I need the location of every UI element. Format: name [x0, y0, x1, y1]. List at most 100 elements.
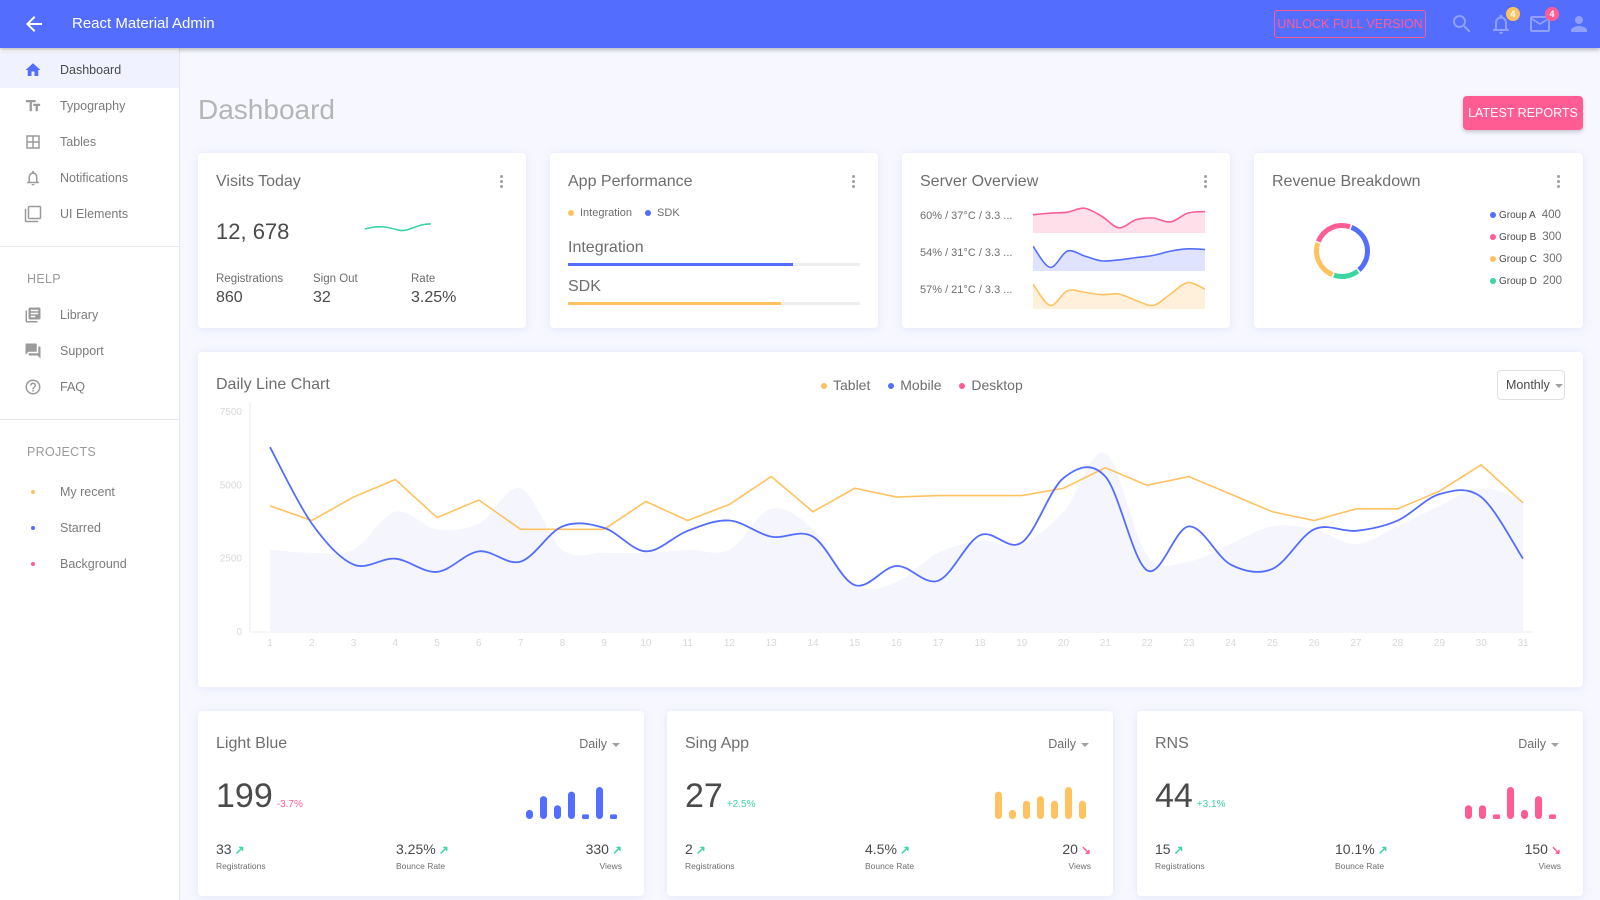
notifications-button[interactable]: 4	[1489, 7, 1520, 36]
more-vert-icon[interactable]	[1204, 175, 1208, 189]
card-title: Sing App	[685, 735, 750, 752]
donut-slice	[1333, 269, 1360, 279]
sidebar: Dashboard Typography Tables Notification…	[0, 48, 180, 900]
sidebar-item-ui-elements[interactable]: UI Elements	[0, 196, 179, 232]
mini-bar	[995, 791, 1002, 819]
project-main-value: 27	[685, 777, 723, 815]
stat-label: Registrations	[1155, 861, 1205, 871]
account-icon[interactable]	[1567, 12, 1591, 36]
sidebar-item-label: Typography	[60, 99, 126, 113]
more-vert-icon[interactable]	[500, 175, 504, 189]
project-stats-card: Light Blue Daily 199 -3.7% 33 ↗ Registrati…	[198, 711, 644, 896]
latest-reports-button[interactable]: LATEST REPORTS	[1463, 96, 1583, 130]
daily-line-chart-card: Daily Line Chart Tablet Mobile Desktop M…	[198, 352, 1583, 687]
donut-slice	[1315, 223, 1351, 243]
legend-label: SDK	[657, 207, 680, 219]
mini-bar	[582, 814, 589, 819]
sidebar-item-label: My recent	[60, 485, 115, 499]
period-select[interactable]: Daily	[1518, 737, 1559, 751]
sidebar-item-support[interactable]: Support	[0, 333, 179, 369]
donut-slice	[1350, 224, 1370, 272]
legend-label: Group A	[1499, 210, 1536, 221]
desktop-area	[270, 452, 1523, 632]
legend-value: 300	[1542, 253, 1562, 265]
sdk-progress-fill	[568, 302, 782, 305]
revenue-legend-item: Group A 400	[1490, 209, 1561, 221]
sidebar-item-label: Library	[60, 308, 99, 322]
mini-bar	[1549, 814, 1556, 819]
sidebar-item-dashboard[interactable]: Dashboard	[0, 52, 179, 88]
messages-badge: 4	[1545, 7, 1559, 21]
trending-up-icon: ↗	[438, 843, 449, 857]
project-value: 27 +2.5%	[685, 777, 755, 816]
stat-label: Rate	[411, 273, 436, 285]
project-stat: 4.5% ↗ Bounce Rate	[865, 841, 914, 871]
sidebar-item-tables[interactable]: Tables	[0, 124, 179, 160]
sidebar-item-notifications[interactable]: Notifications	[0, 160, 179, 196]
stat-value: 33	[216, 841, 232, 857]
project-bar-chart	[995, 787, 1086, 819]
sidebar-item-background[interactable]: Background	[0, 546, 179, 582]
layers-icon	[24, 205, 42, 223]
daily-line-chart: 02500500075001 2 3 4 5 6 7 8 9 10 11 12 13 14 15 16 17 18…	[220, 402, 1533, 649]
legend-value: 200	[1542, 275, 1562, 287]
trending-up-icon: ↗	[611, 843, 622, 857]
x-tick-label: 22	[1142, 638, 1154, 649]
project-change: +2.5%	[726, 799, 756, 810]
server-sparkline-1	[1033, 207, 1205, 233]
x-tick-label: 2	[309, 638, 315, 649]
mini-bar	[610, 814, 617, 819]
sdk-label: SDK	[568, 278, 601, 295]
project-main-value: 44	[1155, 777, 1193, 815]
card-title: Light Blue	[216, 735, 288, 752]
sidebar-item-label: Dashboard	[60, 63, 122, 77]
project-stat: 33 ↗ Registrations	[216, 841, 266, 871]
stat-label: Views	[1538, 861, 1561, 871]
sdk-progress	[568, 302, 860, 305]
legend-label: Group C	[1499, 254, 1537, 265]
sidebar-item-starred[interactable]: Starred	[0, 510, 179, 546]
search-icon[interactable]	[1450, 12, 1474, 36]
caret-down-icon	[1081, 742, 1089, 747]
project-stat: 10.1% ↗ Bounce Rate	[1335, 841, 1388, 871]
x-tick-label: 8	[560, 638, 566, 649]
unlock-full-version-button[interactable]: UNLOCK FULL VERSION	[1274, 10, 1426, 38]
legend-dot-icon	[1490, 212, 1496, 219]
revenue-legend-item: Group B 300	[1490, 231, 1561, 243]
sparkline-area	[1033, 208, 1205, 233]
x-tick-label: 23	[1183, 638, 1195, 649]
more-vert-icon[interactable]	[1557, 175, 1561, 189]
project-dot-icon	[31, 526, 35, 530]
sidebar-item-label: Background	[60, 557, 127, 571]
server-sparkline-3	[1033, 281, 1205, 309]
arrow-back-icon[interactable]	[22, 12, 46, 36]
sidebar-item-typography[interactable]: Typography	[0, 88, 179, 124]
project-stat: 20 ↘ Views	[1062, 841, 1091, 871]
project-dot-icon	[31, 490, 35, 494]
stat-registrations: Registrations 860	[216, 273, 283, 307]
period-select[interactable]: Daily	[1048, 737, 1089, 751]
tablet-line	[269, 463, 1524, 531]
sidebar-item-library[interactable]: Library	[0, 297, 179, 333]
visits-value: 12, 678	[216, 219, 290, 244]
sidebar-item-my-recent[interactable]: My recent	[0, 474, 179, 510]
period-select[interactable]: Daily	[579, 737, 620, 751]
sidebar-item-label: Notifications	[60, 171, 129, 185]
sidebar-item-faq[interactable]: FAQ	[0, 369, 179, 405]
messages-button[interactable]: 4	[1528, 7, 1559, 36]
legend-value: 300	[1542, 231, 1562, 243]
more-vert-icon[interactable]	[852, 175, 856, 189]
forum-icon	[25, 343, 41, 359]
trending-down-icon: ↘	[1550, 843, 1561, 857]
caret-down-icon	[612, 742, 620, 747]
x-tick-label: 27	[1350, 638, 1362, 649]
project-stats-card: Sing App Daily 27 +2.5% 2 ↗ Registrations …	[667, 711, 1113, 896]
mini-bar	[1535, 796, 1542, 819]
page-title: Dashboard	[198, 94, 335, 125]
mini-bar	[568, 791, 575, 819]
mini-bar	[1009, 809, 1016, 819]
mini-bar	[1465, 805, 1472, 819]
stat-value: 20	[1062, 841, 1078, 857]
project-stat: 2 ↗ Registrations	[685, 841, 735, 871]
period-select-value: Daily	[1048, 737, 1076, 751]
